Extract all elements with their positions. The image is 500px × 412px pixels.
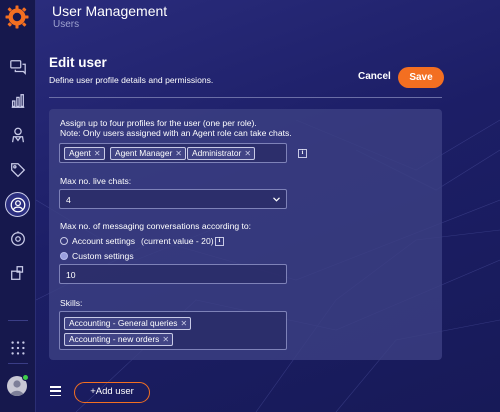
skills-input[interactable]: Accounting - General queries ✕ Accounting… — [59, 311, 287, 350]
tag-icon[interactable] — [6, 158, 30, 182]
edit-user-title: Edit user — [49, 55, 107, 70]
chip-label: Accounting - new orders — [69, 334, 160, 344]
edit-user-description: Define user profile details and permissi… — [49, 75, 214, 85]
chat-icon[interactable] — [6, 55, 30, 79]
profiles-label: Assign up to four profiles for the user … — [60, 118, 257, 128]
users-icon[interactable] — [5, 192, 30, 217]
breadcrumb[interactable]: Users — [53, 19, 79, 30]
max-live-chats-label: Max no. live chats: — [60, 176, 132, 186]
agent-icon[interactable] — [6, 123, 30, 147]
brand-logo-icon — [5, 5, 29, 29]
online-status-icon — [22, 374, 29, 381]
left-rail — [0, 0, 36, 412]
skill-chip-general-queries[interactable]: Accounting - General queries ✕ — [64, 317, 192, 330]
add-user-button[interactable]: +Add user — [74, 382, 150, 403]
custom-settings-radio[interactable] — [60, 252, 68, 260]
profiles-note: Note: Only users assigned with an Agent … — [60, 128, 292, 138]
max-live-chats-select[interactable]: 4 — [59, 189, 287, 209]
page-title: User Management — [52, 3, 168, 19]
header-divider — [49, 97, 442, 98]
bot-icon[interactable] — [6, 227, 30, 251]
remove-chip-icon[interactable]: ✕ — [94, 149, 101, 158]
chip-label: Agent Manager — [115, 148, 173, 158]
custom-messaging-input[interactable]: 10 — [59, 264, 287, 284]
remove-chip-icon[interactable]: ✕ — [244, 149, 251, 158]
menu-icon[interactable] — [50, 386, 61, 397]
remove-chip-icon[interactable]: ✕ — [180, 319, 187, 328]
rail-divider — [8, 363, 28, 364]
profile-chip-agent[interactable]: Agent ✕ — [64, 147, 105, 160]
chip-label: Agent — [69, 148, 91, 158]
cancel-button[interactable]: Cancel — [358, 71, 391, 82]
chevron-down-icon — [273, 197, 280, 202]
custom-messaging-value: 10 — [66, 270, 76, 280]
remove-chip-icon[interactable]: ✕ — [162, 335, 169, 344]
profiles-input[interactable]: Agent ✕ Agent Manager ✕ Administrator ✕ — [59, 143, 287, 163]
chip-label: Administrator — [192, 148, 242, 158]
edit-user-form: Assign up to four profiles for the user … — [49, 109, 442, 360]
save-button[interactable]: Save — [398, 67, 444, 88]
remove-chip-icon[interactable]: ✕ — [175, 149, 182, 158]
apps-grid-icon[interactable] — [6, 336, 30, 360]
skill-chip-new-orders[interactable]: Accounting - new orders ✕ — [64, 333, 174, 346]
max-messaging-label: Max no. of messaging conversations accor… — [60, 221, 252, 231]
profile-chip-agent-manager[interactable]: Agent Manager ✕ — [110, 147, 186, 160]
info-icon[interactable]: i — [215, 237, 224, 246]
analytics-icon[interactable] — [6, 89, 30, 113]
profile-chip-administrator[interactable]: Administrator ✕ — [187, 147, 256, 160]
skills-label: Skills: — [60, 298, 83, 308]
account-settings-radio[interactable] — [60, 237, 68, 245]
account-settings-label[interactable]: Account settings — [72, 236, 135, 246]
integrations-icon[interactable] — [6, 261, 30, 285]
account-settings-note: (current value - 20) — [141, 236, 214, 246]
chip-label: Accounting - General queries — [69, 318, 178, 328]
custom-settings-label[interactable]: Custom settings — [72, 251, 134, 261]
max-live-chats-value: 4 — [66, 195, 71, 205]
rail-divider — [8, 320, 28, 321]
info-icon[interactable]: i — [298, 149, 307, 158]
